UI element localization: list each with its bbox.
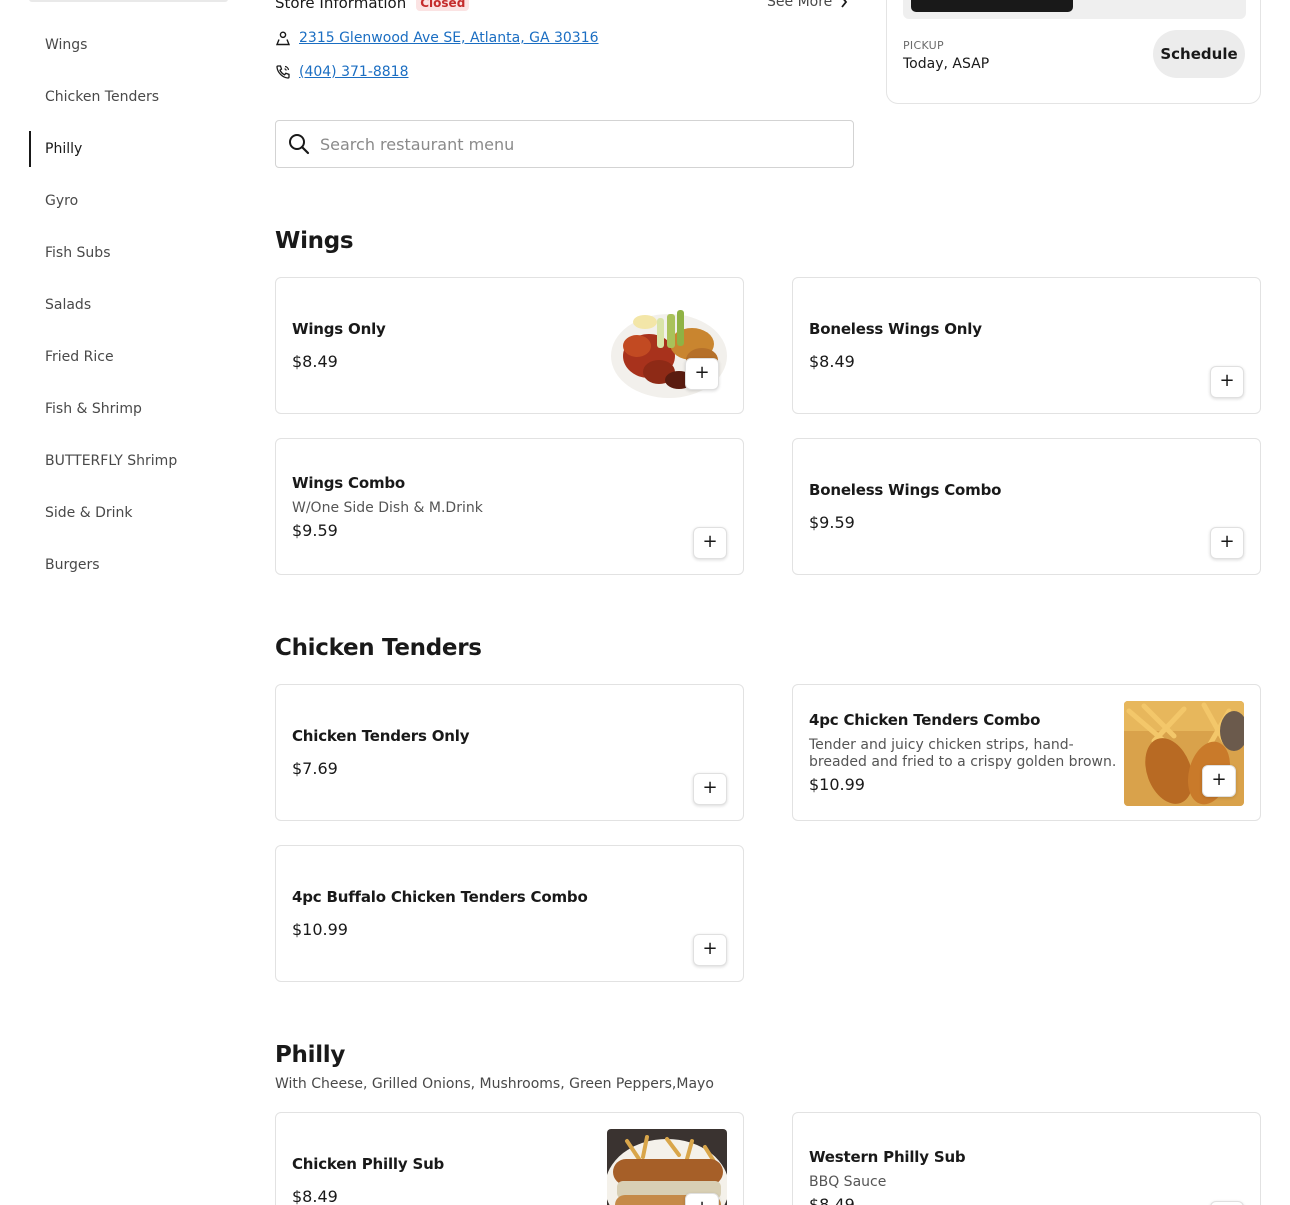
section-title-chicken-tenders: Chicken Tenders <box>275 635 482 661</box>
sidebar-item-fish-subs[interactable]: Fish Subs <box>29 235 229 271</box>
menu-item-card[interactable]: Wings Combo W/One Side Dish & M.Drink $9… <box>275 438 744 575</box>
menu-item-price: $9.59 <box>809 513 855 532</box>
menu-item-name: Boneless Wings Combo <box>809 481 1002 499</box>
menu-item-text: 4pc Buffalo Chicken Tenders Combo $10.99 <box>292 846 588 981</box>
menu-item-card[interactable]: 4pc Buffalo Chicken Tenders Combo $10.99… <box>275 845 744 982</box>
menu-item-card[interactable]: 4pc Chicken Tenders Combo Tender and jui… <box>792 684 1261 821</box>
sidebar-item-gyro[interactable]: Gyro <box>29 183 229 219</box>
add-item-button[interactable]: + <box>1210 366 1244 398</box>
menu-item-card[interactable]: Chicken Tenders Only $7.69 + <box>275 684 744 821</box>
section-title-wings: Wings <box>275 228 354 254</box>
menu-item-name: Boneless Wings Only <box>809 320 982 338</box>
pickup-label: PICKUP <box>903 39 944 52</box>
add-item-button[interactable]: + <box>1202 765 1236 797</box>
section-title-philly: Philly <box>275 1042 346 1068</box>
menu-item-price: $8.49 <box>292 352 338 371</box>
sidebar-item-salads[interactable]: Salads <box>29 287 229 323</box>
menu-item-description: Tender and juicy chicken strips, hand-br… <box>809 737 1117 770</box>
menu-item-name: Wings Combo <box>292 473 406 492</box>
menu-item-name: Chicken Philly Sub <box>292 1155 445 1173</box>
store-phone-link[interactable]: (404) 371-8818 <box>299 64 409 80</box>
menu-item-card[interactable]: Boneless Wings Combo $9.59 + <box>792 438 1261 575</box>
menu-item-text: Chicken Tenders Only $7.69 <box>292 685 469 820</box>
store-information-header: Store Information Closed <box>275 0 470 12</box>
menu-category-sidebar: Wings Chicken Tenders Philly Gyro Fish S… <box>0 0 240 1205</box>
menu-item-text: 4pc Chicken Tenders Combo Tender and jui… <box>809 685 1119 820</box>
menu-item-price: $8.49 <box>292 1187 338 1205</box>
menu-item-price: $8.49 <box>809 1194 855 1205</box>
add-item-button[interactable]: + <box>1210 1201 1244 1205</box>
sidebar-item-philly[interactable]: Philly <box>29 131 229 167</box>
menu-item-text: Wings Only $8.49 <box>292 278 386 413</box>
status-badge: Closed <box>416 0 470 11</box>
pickup-time-value: Today, ASAP <box>903 56 990 72</box>
chevron-right-icon <box>841 0 848 8</box>
see-more-link[interactable]: See More <box>767 0 848 10</box>
schedule-button[interactable]: Schedule <box>1153 30 1245 78</box>
search-input[interactable] <box>320 134 820 154</box>
toggle-active-segment[interactable] <box>911 0 1073 12</box>
sidebar-top-divider <box>29 0 228 2</box>
menu-item-text: Western Philly Sub BBQ Sauce $8.49 <box>809 1113 966 1205</box>
menu-item-price: $10.99 <box>809 775 865 794</box>
store-information-title: Store Information <box>275 0 407 12</box>
sidebar-item-fried-rice[interactable]: Fried Rice <box>29 339 229 375</box>
menu-item-card[interactable]: Boneless Wings Only $8.49 + <box>792 277 1261 414</box>
menu-item-description: W/One Side Dish & M.Drink <box>292 499 483 516</box>
menu-item-name: 4pc Chicken Tenders Combo <box>809 711 1041 729</box>
section-subtitle-philly: With Cheese, Grilled Onions, Mushrooms, … <box>275 1076 714 1092</box>
sidebar-item-burgers[interactable]: Burgers <box>29 547 229 583</box>
store-address-link[interactable]: 2315 Glenwood Ave SE, Atlanta, GA 30316 <box>299 30 599 46</box>
menu-item-text: Wings Combo W/One Side Dish & M.Drink $9… <box>292 439 483 574</box>
location-pin-icon <box>275 31 291 46</box>
sidebar-item-butterfly-shrimp[interactable]: BUTTERFLY Shrimp <box>29 443 229 479</box>
sidebar-item-chicken-tenders[interactable]: Chicken Tenders <box>29 79 229 115</box>
store-address-row: 2315 Glenwood Ave SE, Atlanta, GA 30316 <box>275 30 599 46</box>
menu-item-text: Boneless Wings Only $8.49 <box>809 278 982 413</box>
sidebar-item-side-drink[interactable]: Side & Drink <box>29 495 229 531</box>
menu-item-card[interactable]: Chicken Philly Sub $8.49 + <box>275 1112 744 1205</box>
add-item-button[interactable]: + <box>685 358 719 390</box>
menu-item-text: Chicken Philly Sub $8.49 <box>292 1113 444 1205</box>
menu-item-price: $10.99 <box>292 920 348 939</box>
add-item-button[interactable]: + <box>693 934 727 966</box>
menu-search-box[interactable] <box>275 120 854 168</box>
add-item-button[interactable]: + <box>693 773 727 805</box>
order-options-panel: PICKUP Today, ASAP Schedule <box>886 0 1261 104</box>
menu-item-text: Boneless Wings Combo $9.59 <box>809 439 1001 574</box>
menu-item-price: $7.69 <box>292 759 338 778</box>
menu-item-description: BBQ Sauce <box>809 1173 887 1190</box>
menu-item-card[interactable]: Western Philly Sub BBQ Sauce $8.49 + <box>792 1112 1261 1205</box>
search-icon <box>289 134 310 155</box>
menu-item-price: $8.49 <box>809 352 855 371</box>
menu-item-name: Chicken Tenders Only <box>292 727 470 745</box>
sidebar-item-fish-shrimp[interactable]: Fish & Shrimp <box>29 391 229 427</box>
add-item-button[interactable]: + <box>685 1193 719 1205</box>
menu-item-card[interactable]: Wings Only $8.49 + <box>275 277 744 414</box>
menu-item-price: $9.59 <box>292 520 338 540</box>
sidebar-item-wings[interactable]: Wings <box>29 27 229 63</box>
store-phone-row: (404) 371-8818 <box>275 64 409 80</box>
menu-item-name: Wings Only <box>292 320 386 338</box>
phone-icon <box>276 65 290 79</box>
add-item-button[interactable]: + <box>1210 527 1244 559</box>
add-item-button[interactable]: + <box>693 527 727 559</box>
menu-item-name: 4pc Buffalo Chicken Tenders Combo <box>292 888 588 906</box>
see-more-label: See More <box>767 0 833 10</box>
menu-item-name: Western Philly Sub <box>809 1147 966 1166</box>
